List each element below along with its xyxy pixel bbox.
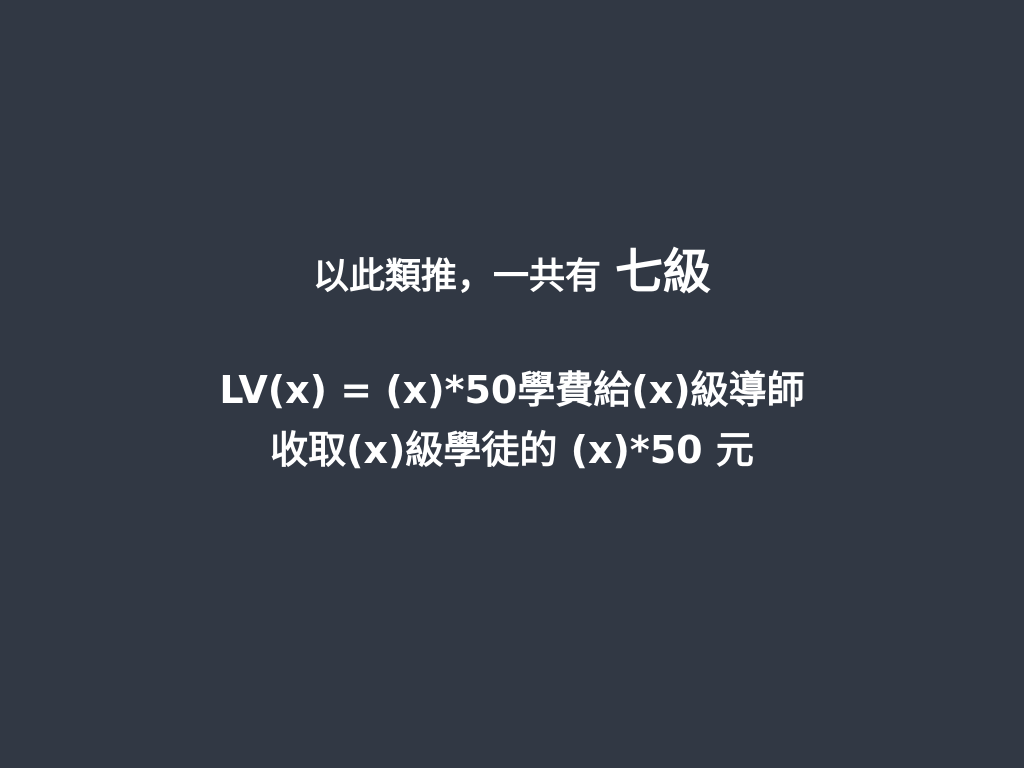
formula-line-1: LV(x) = (x)*50學費給(x)級導師 <box>219 368 805 412</box>
heading-prefix-text: 以此類推，一共有 <box>312 256 601 297</box>
slide-heading: 以此類推，一共有 七級 <box>0 236 1024 319</box>
heading-emphasis-text: 七級 <box>615 244 712 300</box>
slide: 以此類推，一共有 七級 LV(x) = (x)*50學費給(x)級導師 收取(x)… <box>0 0 1024 768</box>
formula-line-2: 收取(x)級學徒的 (x)*50 元 <box>270 428 754 472</box>
formula-block: LV(x) = (x)*50學費給(x)級導師 收取(x)級學徒的 (x)*50… <box>0 360 1024 480</box>
